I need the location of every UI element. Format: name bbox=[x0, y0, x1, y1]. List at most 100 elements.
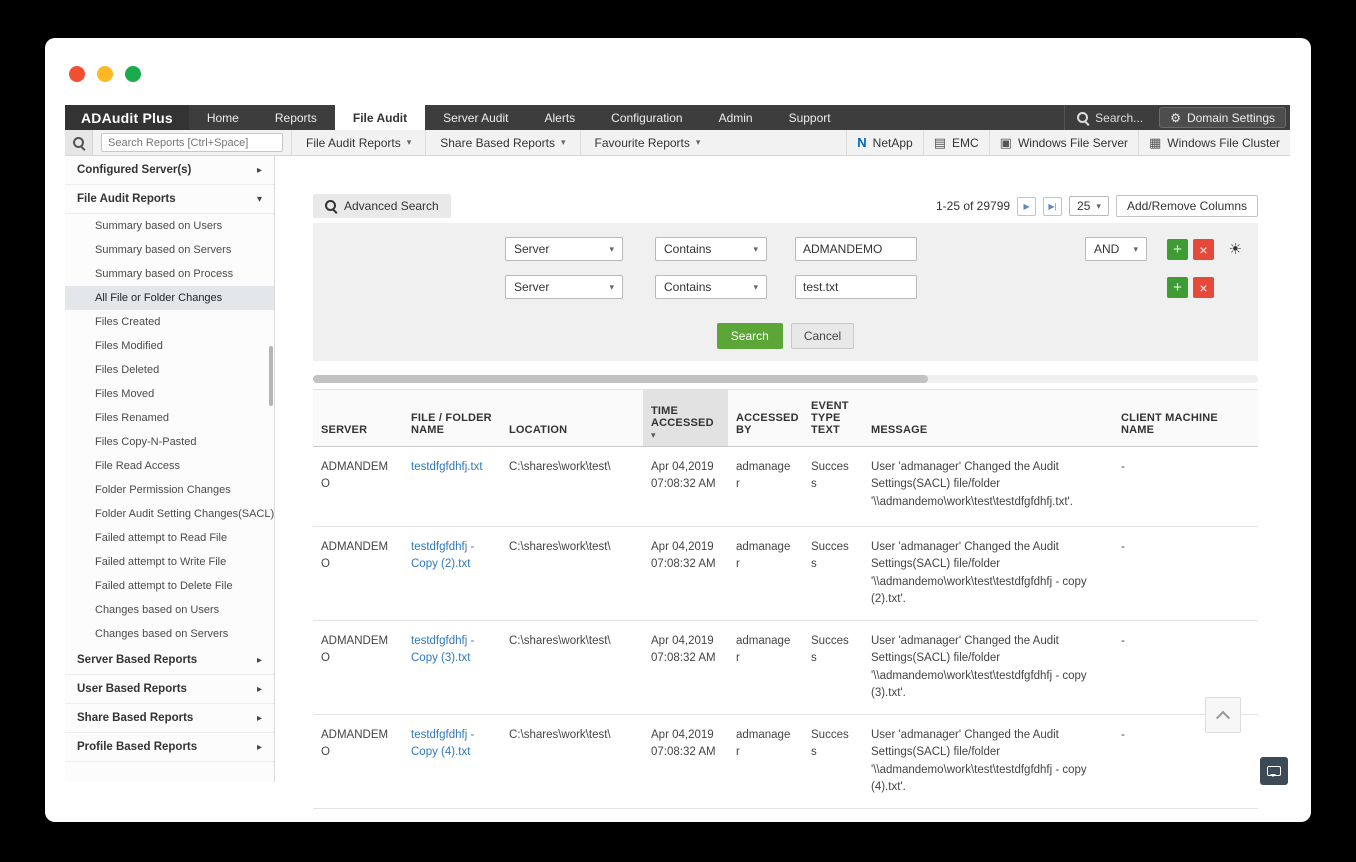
sidebar-section-profile-based-reports[interactable]: Profile Based Reports ▸ bbox=[65, 733, 274, 762]
column-header-time-accessed[interactable]: TIME ACCESSED ▾ bbox=[643, 390, 728, 446]
add-filter-button-2[interactable]: + bbox=[1167, 277, 1188, 298]
search-icon bbox=[72, 136, 85, 149]
advanced-search-button[interactable]: Advanced Search bbox=[313, 194, 451, 218]
filter-field-value: Server bbox=[514, 280, 550, 294]
sidebar-item[interactable]: Folder Permission Changes bbox=[65, 478, 274, 502]
sidebar-section-user-based-reports[interactable]: User Based Reports ▸ bbox=[65, 675, 274, 704]
sidebar-item[interactable]: Summary based on Process bbox=[65, 262, 274, 286]
zoom-window-button[interactable] bbox=[125, 66, 141, 82]
remove-filter-button-1[interactable]: × bbox=[1193, 239, 1214, 260]
menu-file-audit-reports[interactable]: File Audit Reports ▾ bbox=[291, 130, 425, 155]
sidebar-item[interactable]: Summary based on Servers bbox=[65, 238, 274, 262]
next-page-button[interactable]: ▶ bbox=[1017, 196, 1037, 216]
sidebar-item[interactable]: Files Moved bbox=[65, 382, 274, 406]
filter-value-input-2[interactable] bbox=[795, 275, 917, 299]
file-link[interactable]: testdfgfdhfj.txt bbox=[411, 461, 483, 473]
nav-configuration[interactable]: Configuration bbox=[593, 105, 700, 130]
sidebar-section-file-audit-reports[interactable]: File Audit Reports ▾ bbox=[65, 185, 274, 214]
file-link[interactable]: testdfgfdhfj - Copy (4).txt bbox=[411, 729, 474, 758]
report-search-input[interactable] bbox=[101, 133, 283, 152]
cell-event-type: Success bbox=[811, 635, 849, 665]
chevron-down-icon: ▾ bbox=[256, 193, 262, 205]
filter-operator-select-1[interactable]: Contains ▾ bbox=[655, 237, 767, 261]
sidebar-item[interactable]: Files Copy-N-Pasted bbox=[65, 430, 274, 454]
sidebar-section-server-based-reports[interactable]: Server Based Reports ▸ bbox=[65, 646, 274, 675]
horizontal-scrollbar[interactable] bbox=[313, 375, 1258, 383]
search-button[interactable]: Search bbox=[716, 323, 783, 349]
sort-desc-icon: ▾ bbox=[651, 430, 656, 440]
sidebar-item[interactable]: Failed attempt to Read File bbox=[65, 526, 274, 550]
server-filter-emc[interactable]: ▤ EMC bbox=[922, 130, 989, 155]
cell-client-machine: - bbox=[1121, 541, 1125, 553]
column-header-location[interactable]: LOCATION bbox=[501, 390, 643, 446]
column-header-event-type-text[interactable]: EVENT TYPE TEXT bbox=[803, 390, 863, 446]
menu-share-based-reports[interactable]: Share Based Reports ▾ bbox=[425, 130, 579, 155]
scroll-to-top-button[interactable] bbox=[1205, 697, 1241, 733]
add-filter-button-1[interactable]: + bbox=[1167, 239, 1188, 260]
menu-favourite-reports[interactable]: Favourite Reports ▾ bbox=[579, 130, 715, 155]
cell-message: User 'admanager' Changed the Audit Setti… bbox=[871, 461, 1073, 508]
sidebar-item[interactable]: Failed attempt to Delete File bbox=[65, 574, 274, 598]
nav-home[interactable]: Home bbox=[189, 105, 257, 130]
column-header-accessed-by[interactable]: ACCESSED BY bbox=[728, 390, 803, 446]
nav-reports[interactable]: Reports bbox=[257, 105, 335, 130]
global-search-button[interactable]: Search... bbox=[1064, 105, 1155, 130]
column-header-message[interactable]: MESSAGE bbox=[863, 390, 1113, 446]
server-filter-label: Windows File Server bbox=[1017, 135, 1128, 150]
page-size-select[interactable]: 25 ▾ bbox=[1069, 196, 1109, 216]
app-brand[interactable]: ADAudit Plus bbox=[65, 105, 189, 130]
nav-server-audit[interactable]: Server Audit bbox=[425, 105, 526, 130]
nav-support[interactable]: Support bbox=[771, 105, 849, 130]
sidebar-section-configured-servers[interactable]: Configured Server(s) ▸ bbox=[65, 156, 274, 185]
sidebar-item-all-file-or-folder-changes[interactable]: All File or Folder Changes bbox=[65, 286, 274, 310]
cell-location: C:\shares\work\test\ bbox=[509, 729, 611, 741]
feedback-chat-button[interactable] bbox=[1260, 757, 1288, 785]
sidebar-item[interactable]: Summary based on Users bbox=[65, 214, 274, 238]
add-remove-columns-button[interactable]: Add/Remove Columns bbox=[1115, 195, 1258, 217]
filter-row-1: Server ▾ Contains ▾ AND ▾ bbox=[313, 237, 1258, 263]
sidebar-item[interactable]: Failed attempt to Write File bbox=[65, 550, 274, 574]
server-filter-windows-file-cluster[interactable]: ▦ Windows File Cluster bbox=[1138, 130, 1290, 155]
cancel-button[interactable]: Cancel bbox=[790, 323, 855, 349]
server-filter-windows-file-server[interactable]: ▣ Windows File Server bbox=[988, 130, 1138, 155]
close-window-button[interactable] bbox=[69, 66, 85, 82]
file-cluster-icon: ▦ bbox=[1149, 135, 1162, 150]
server-filter-netapp[interactable]: N NetApp bbox=[846, 130, 922, 155]
filter-field-select-2[interactable]: Server ▾ bbox=[505, 275, 623, 299]
sidebar-item[interactable]: Changes based on Servers bbox=[65, 622, 274, 646]
sidebar-item[interactable]: Changes based on Users bbox=[65, 598, 274, 622]
filter-field-select-1[interactable]: Server ▾ bbox=[505, 237, 623, 261]
highlight-sun-icon[interactable]: ☀ bbox=[1229, 240, 1242, 258]
sidebar-item[interactable]: Files Deleted bbox=[65, 358, 274, 382]
nav-alerts[interactable]: Alerts bbox=[526, 105, 593, 130]
sidebar-scrollbar-thumb[interactable] bbox=[269, 346, 273, 406]
domain-settings-button[interactable]: ⚙ Domain Settings bbox=[1159, 107, 1286, 128]
sidebar-item[interactable]: Files Created bbox=[65, 310, 274, 334]
remove-filter-button-2[interactable]: × bbox=[1193, 277, 1214, 298]
report-search-icon-button[interactable] bbox=[65, 130, 93, 155]
chevron-right-icon: ▸ bbox=[256, 683, 262, 695]
sidebar-section-share-based-reports[interactable]: Share Based Reports ▸ bbox=[65, 704, 274, 733]
chevron-right-icon: ▸ bbox=[256, 654, 262, 666]
results-table: SERVER FILE / FOLDER NAME LOCATION TIME … bbox=[313, 389, 1258, 809]
sidebar-item[interactable]: Files Renamed bbox=[65, 406, 274, 430]
file-link[interactable]: testdfgfdhfj - Copy (2).txt bbox=[411, 541, 474, 570]
column-header-client-machine-name[interactable]: CLIENT MACHINE NAME bbox=[1113, 390, 1258, 446]
sidebar-item[interactable]: File Read Access bbox=[65, 454, 274, 478]
filter-operator-select-2[interactable]: Contains ▾ bbox=[655, 275, 767, 299]
nav-file-audit[interactable]: File Audit bbox=[334, 105, 426, 130]
filter-value-input-1[interactable] bbox=[795, 237, 917, 261]
last-page-button[interactable]: ▶| bbox=[1043, 196, 1063, 216]
filter-conjunction-select[interactable]: AND ▾ bbox=[1085, 237, 1147, 261]
column-header-server[interactable]: SERVER bbox=[313, 390, 403, 446]
column-header-file-folder-name[interactable]: FILE / FOLDER NAME bbox=[403, 390, 501, 446]
sidebar-item[interactable]: Files Modified bbox=[65, 334, 274, 358]
horizontal-scrollbar-thumb[interactable] bbox=[313, 375, 928, 383]
filter-field-value: Server bbox=[514, 242, 550, 256]
minimize-window-button[interactable] bbox=[97, 66, 113, 82]
top-navbar: ADAudit Plus Home Reports File Audit Ser… bbox=[65, 105, 1290, 130]
file-link[interactable]: testdfgfdhfj - Copy (3).txt bbox=[411, 635, 474, 664]
nav-admin[interactable]: Admin bbox=[701, 105, 771, 130]
section-label: Profile Based Reports bbox=[77, 741, 198, 753]
sidebar-item[interactable]: Folder Audit Setting Changes(SACL) bbox=[65, 502, 274, 526]
